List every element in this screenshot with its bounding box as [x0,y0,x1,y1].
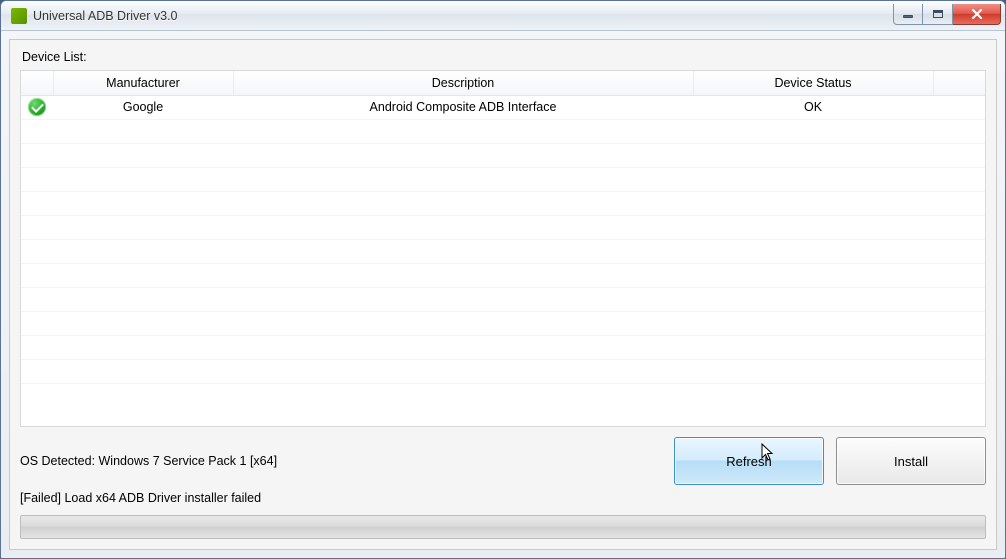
table-row-empty [21,167,985,191]
device-list-label: Device List: [22,50,986,64]
device-grid[interactable]: Manufacturer Description Device Status G… [20,70,986,427]
client-area: Device List: Manufacturer Description De… [9,39,997,550]
progress-bar [20,515,986,539]
refresh-button[interactable]: Refresh [674,437,824,485]
status-message: [Failed] Load x64 ADB Driver installer f… [20,491,662,505]
device-status-cell: OK [693,95,933,119]
table-row-empty [21,311,985,335]
minimize-button[interactable] [893,4,923,25]
table-row-empty [21,143,985,167]
table-row-empty [21,215,985,239]
table-row-empty [21,287,985,311]
window-title: Universal ADB Driver v3.0 [33,9,178,23]
install-button[interactable]: Install [836,437,986,485]
table-row-empty [21,119,985,143]
manufacturer-cell: Google [53,95,233,119]
titlebar[interactable]: Universal ADB Driver v3.0 [1,1,1005,31]
os-detected-label: OS Detected: Windows 7 Service Pack 1 [x… [20,454,662,468]
table-row-empty [21,359,985,383]
table-row-empty [21,263,985,287]
app-icon [11,8,27,24]
grid-header-row[interactable]: Manufacturer Description Device Status [21,71,985,95]
status-cell [21,95,53,119]
check-circle-icon [28,98,46,116]
install-button-label: Install [894,454,928,469]
window-controls [893,4,1001,25]
table-row-empty [21,239,985,263]
col-spacer [933,71,985,95]
col-description[interactable]: Description [233,71,693,95]
table-row[interactable]: GoogleAndroid Composite ADB InterfaceOK [21,95,985,119]
close-button[interactable] [953,4,1001,25]
col-status[interactable] [21,71,53,95]
refresh-button-label: Refresh [726,454,772,469]
app-window: Universal ADB Driver v3.0 Device List: M… [0,0,1006,559]
footer: OS Detected: Windows 7 Service Pack 1 [x… [20,437,986,539]
table-row-empty [21,335,985,359]
col-device-status[interactable]: Device Status [693,71,933,95]
col-manufacturer[interactable]: Manufacturer [53,71,233,95]
description-cell: Android Composite ADB Interface [233,95,693,119]
maximize-button[interactable] [923,4,953,25]
table-row-empty [21,191,985,215]
